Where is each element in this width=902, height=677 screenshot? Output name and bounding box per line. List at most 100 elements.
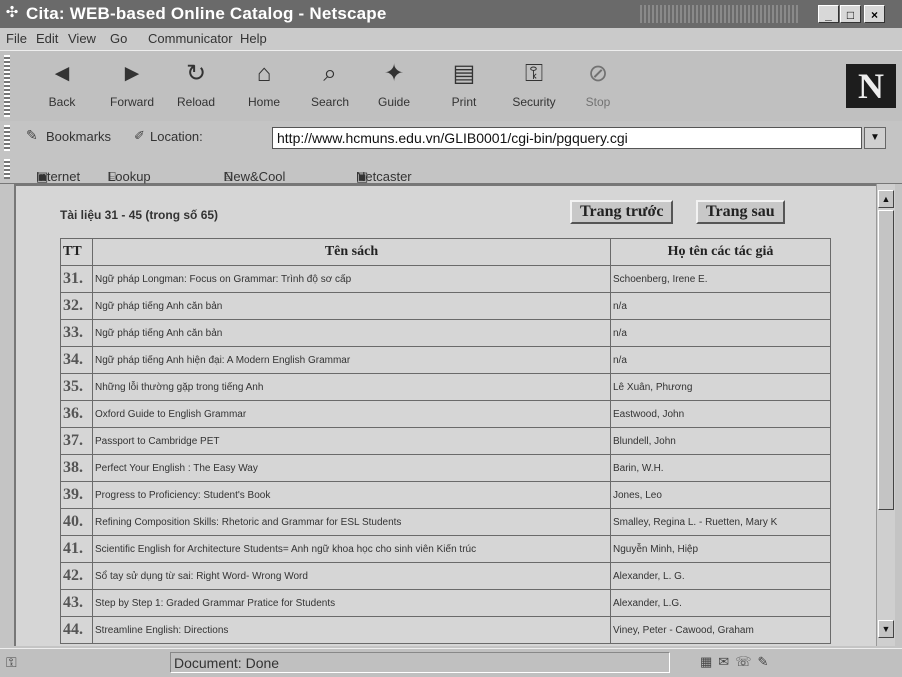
location-dropdown-button[interactable]: ▼ xyxy=(864,127,886,149)
next-page-button[interactable]: Trang sau xyxy=(696,200,785,224)
menu-communicator[interactable]: Communicator xyxy=(148,31,233,46)
column-header-title: Tên sách xyxy=(92,238,611,266)
row-number: 31. xyxy=(60,265,93,293)
title-bar-stripe xyxy=(640,5,800,23)
table-row: 32. Ngữ pháp tiếng Anh căn bản n/a xyxy=(60,292,831,320)
table-row: 41. Scientific English for Architecture S… xyxy=(60,535,831,563)
stop-button[interactable]: ⊘ Stop xyxy=(566,57,630,117)
book-title-link[interactable]: Passport to Cambridge PET xyxy=(92,427,611,455)
scroll-up-button[interactable]: ▲ xyxy=(878,190,894,208)
location-grip[interactable] xyxy=(4,125,10,151)
row-number: 36. xyxy=(60,400,93,428)
row-number: 33. xyxy=(60,319,93,347)
title-bar: ✣ Cita: WEB-based Online Catalog - Netsc… xyxy=(0,0,902,28)
mail-icon[interactable]: ✉ xyxy=(718,654,735,669)
navigator-icon[interactable]: ▦ xyxy=(700,654,718,669)
discussion-icon[interactable]: ☏ xyxy=(735,654,757,669)
minimize-button[interactable]: _ xyxy=(818,5,839,23)
guide-button[interactable]: ✦ Guide xyxy=(362,57,426,117)
bookmarks-icon: ✎ xyxy=(26,127,38,143)
location-label: Location: xyxy=(150,129,203,144)
book-title-link[interactable]: Refining Composition Skills: Rhetoric an… xyxy=(92,508,611,536)
book-title-link[interactable]: Sổ tay sử dụng từ sai: Right Word- Wrong… xyxy=(92,562,611,590)
page-proxy-icon[interactable]: ✐ xyxy=(134,128,145,144)
author-cell: Nguyễn Minh, Hiệp xyxy=(610,535,831,563)
table-row: 35. Những lỗi thường gặp trong tiếng Anh L… xyxy=(60,373,831,401)
navigation-toolbar: ◄ Back ► Forward ↻ Reload ⌂ Home ⌕ Search ✦ Gu… xyxy=(0,50,902,122)
table-row: 34. Ngữ pháp tiếng Anh hiện đại: A Modern… xyxy=(60,346,831,374)
author-cell: Eastwood, John xyxy=(610,400,831,428)
component-bar[interactable]: ▦✉☏✎ xyxy=(700,654,774,670)
menu-file[interactable]: File xyxy=(6,31,27,46)
forward-button[interactable]: ► Forward xyxy=(100,57,164,117)
book-title-link[interactable]: Ngữ pháp Longman: Focus on Grammar: Trìn… xyxy=(92,265,611,293)
arrow-down-icon: ▼ xyxy=(881,624,891,634)
reload-button[interactable]: ↻ Reload xyxy=(164,57,228,117)
close-button[interactable]: × xyxy=(864,5,885,23)
print-icon: ▤ xyxy=(452,60,476,87)
book-title-link[interactable]: Progress to Proficiency: Student's Book xyxy=(92,481,611,509)
author-cell: n/a xyxy=(610,319,831,347)
maximize-button[interactable]: □ xyxy=(840,5,861,23)
book-title-link[interactable]: Oxford Guide to English Grammar xyxy=(92,400,611,428)
row-number: 41. xyxy=(60,535,93,563)
row-number: 32. xyxy=(60,292,93,320)
table-row: 31. Ngữ pháp Longman: Focus on Grammar: T… xyxy=(60,265,831,293)
menu-bar: File Edit View Go Communicator Help xyxy=(0,28,902,50)
toolbar-grip[interactable] xyxy=(4,55,10,117)
arrow-up-icon: ▲ xyxy=(881,194,891,204)
row-number: 44. xyxy=(60,616,93,644)
row-number: 43. xyxy=(60,589,93,617)
column-header-authors: Họ tên các tác giả xyxy=(610,238,831,266)
table-row: 37. Passport to Cambridge PET Blundell, Jo… xyxy=(60,427,831,455)
book-title-link[interactable]: Perfect Your English : The Easy Way xyxy=(92,454,611,482)
author-cell: Barin, W.H. xyxy=(610,454,831,482)
scroll-down-button[interactable]: ▼ xyxy=(878,620,894,638)
print-button[interactable]: ▤ Print xyxy=(432,57,496,117)
personal-grip[interactable] xyxy=(4,159,10,179)
back-button[interactable]: ◄ Back xyxy=(30,57,94,117)
security-lock-icon[interactable]: ⚿ xyxy=(6,654,17,671)
book-title-link[interactable]: Ngữ pháp tiếng Anh hiện đại: A Modern En… xyxy=(92,346,611,374)
bookmarks-button[interactable]: Bookmarks xyxy=(46,129,111,144)
book-title-link[interactable]: Streamline English: Directions xyxy=(92,616,611,644)
menu-go[interactable]: Go xyxy=(110,31,127,46)
author-cell: n/a xyxy=(610,346,831,374)
page-content: Tài liệu 31 - 45 (trong số 65) Trang trư… xyxy=(14,184,876,646)
home-button[interactable]: ⌂ Home xyxy=(232,57,296,117)
book-title-link[interactable]: Ngữ pháp tiếng Anh căn bản xyxy=(92,319,611,347)
search-button[interactable]: ⌕ Search xyxy=(298,57,362,117)
row-number: 38. xyxy=(60,454,93,482)
row-number: 42. xyxy=(60,562,93,590)
location-input[interactable]: http://www.hcmuns.edu.vn/GLIB0001/cgi-bi… xyxy=(272,127,862,149)
book-title-link[interactable]: Ngữ pháp tiếng Anh căn bản xyxy=(92,292,611,320)
status-bar: ⚿ Document: Done ▦✉☏✎ xyxy=(0,648,902,677)
menu-help[interactable]: Help xyxy=(240,31,267,46)
table-row: 40. Refining Composition Skills: Rhetoric… xyxy=(60,508,831,536)
window-title: Cita: WEB-based Online Catalog - Netscap… xyxy=(26,4,387,23)
row-number: 35. xyxy=(60,373,93,401)
book-title-link[interactable]: Step by Step 1: Graded Grammar Pratice f… xyxy=(92,589,611,617)
vertical-scrollbar[interactable]: ▲ ▼ xyxy=(876,184,895,646)
security-icon: ⚿ xyxy=(524,60,544,87)
book-title-link[interactable]: Scientific English for Architecture Stud… xyxy=(92,535,611,563)
security-button[interactable]: ⚿ Security xyxy=(502,57,566,117)
table-header-row: TT Tên sách Họ tên các tác giả xyxy=(60,238,831,266)
netscape-logo[interactable]: N xyxy=(846,64,896,108)
prev-page-button[interactable]: Trang trước xyxy=(570,200,674,224)
row-number: 39. xyxy=(60,481,93,509)
row-number: 37. xyxy=(60,427,93,455)
author-cell: Schoenberg, Irene E. xyxy=(610,265,831,293)
home-icon: ⌂ xyxy=(256,60,272,87)
menu-view[interactable]: View xyxy=(68,31,96,46)
author-cell: Lê Xuân, Phương xyxy=(610,373,831,401)
location-toolbar: ✎ Bookmarks ✐ Location: http://www.hcmun… xyxy=(0,121,902,156)
book-title-link[interactable]: Những lỗi thường gặp trong tiếng Anh xyxy=(92,373,611,401)
reload-icon: ↻ xyxy=(185,60,207,87)
scroll-thumb[interactable] xyxy=(878,210,894,510)
result-range: Tài liệu 31 - 45 (trong số 65) xyxy=(60,208,219,222)
table-row: 42. Sổ tay sử dụng từ sai: Right Word- Wr… xyxy=(60,562,831,590)
menu-edit[interactable]: Edit xyxy=(36,31,58,46)
author-cell: Jones, Leo xyxy=(610,481,831,509)
composer-icon[interactable]: ✎ xyxy=(757,654,774,669)
